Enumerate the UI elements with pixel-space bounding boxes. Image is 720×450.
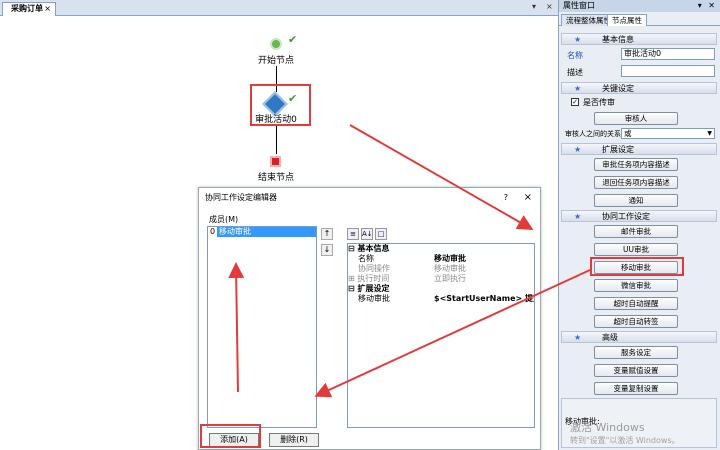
- section-label: 扩展设定: [602, 145, 634, 154]
- property-pages-icon[interactable]: □: [375, 228, 387, 240]
- member-row[interactable]: 0 移动审批: [208, 227, 316, 237]
- return-desc-button[interactable]: 退回任务项内容描述: [594, 176, 678, 189]
- dialog-close-icon[interactable]: ×: [524, 188, 532, 208]
- tab-close-icon[interactable]: ×: [44, 3, 51, 15]
- pg-key: 名称: [358, 254, 374, 263]
- dialog-titlebar[interactable]: 协同工作设定编辑器 ? ×: [199, 188, 540, 208]
- approve-node-highlight: [250, 84, 311, 126]
- alphabetical-sort-icon[interactable]: A↓: [361, 228, 373, 240]
- document-tabbar: 采购订单 × ▾ ×: [0, 0, 558, 16]
- pg-row-mobile-approve[interactable]: 移动审批 $<StartUserName> 提交的: [348, 294, 534, 304]
- pg-value: $<StartUserName> 提交的: [434, 294, 534, 303]
- notify-button[interactable]: 通知: [594, 194, 678, 207]
- dialog-title: 协同工作设定编辑器: [205, 193, 277, 202]
- section-label: 协同工作设定: [602, 212, 650, 221]
- relation-select[interactable]: 或 ▼: [621, 128, 715, 139]
- pg-category-basic[interactable]: ⊟ 基本信息: [348, 244, 534, 254]
- end-node-label: 结束节点: [257, 173, 294, 183]
- panel-title: 属性窗口: [563, 1, 595, 10]
- pg-category-ext[interactable]: ⊟ 扩展设定: [348, 284, 534, 294]
- name-input[interactable]: 审批活动0: [621, 48, 715, 60]
- start-node-label: 开始节点: [257, 56, 294, 66]
- approver-button[interactable]: 审核人: [594, 112, 678, 125]
- section-label: 关键设定: [602, 84, 634, 93]
- relation-value: 或: [624, 129, 632, 138]
- tab-purchase-order[interactable]: 采购订单 ×: [2, 2, 56, 16]
- section-ext[interactable]: ★ 扩展设定: [561, 143, 717, 155]
- member-index: 0: [210, 227, 216, 236]
- member-name: 移动审批: [217, 227, 316, 237]
- variable-assign-button[interactable]: 变量赋值设置: [594, 364, 678, 377]
- pg-key: 执行时间: [357, 274, 390, 283]
- pg-category-label: 基本信息: [357, 244, 390, 253]
- collapse-icon[interactable]: ⊟: [348, 284, 355, 293]
- move-up-button[interactable]: ↑: [321, 228, 333, 240]
- pg-category-label: 扩展设定: [357, 284, 390, 293]
- mobile-approve-highlight: [590, 257, 684, 276]
- pg-key: 协同操作: [358, 264, 390, 273]
- service-setting-button[interactable]: 服务设定: [594, 346, 678, 359]
- star-icon: ★: [574, 145, 582, 154]
- delete-button[interactable]: 删除(R): [269, 433, 319, 447]
- add-button-highlight: [200, 424, 261, 448]
- chevron-down-icon: ▼: [707, 130, 712, 137]
- star-icon: ★: [574, 333, 582, 342]
- end-node[interactable]: 结束节点: [246, 170, 306, 183]
- relation-label: 审核人之间的关系: [565, 130, 621, 138]
- desc-input[interactable]: [621, 65, 715, 77]
- star-icon: ★: [574, 212, 582, 221]
- properties-panel: 属性窗口 ▾ ✕ 流程整体属性 节点属性 ★ 基本信息 名称 审批活动0 描述 …: [558, 0, 720, 450]
- pg-value: 移动审批: [434, 264, 466, 273]
- start-check-icon: ✔: [288, 33, 298, 46]
- star-icon: ★: [574, 84, 582, 93]
- name-label: 名称: [567, 51, 583, 60]
- tab-label: 采购订单: [11, 4, 43, 13]
- move-down-button[interactable]: ↓: [321, 244, 333, 256]
- desc-label: 描述: [567, 68, 583, 77]
- is-approve-label: 是否传审: [583, 98, 615, 107]
- tab-node-properties[interactable]: 节点属性: [607, 14, 647, 26]
- section-key[interactable]: ★ 关键设定: [561, 82, 717, 94]
- tab-dropdown-icon[interactable]: ▾: [532, 2, 536, 11]
- pg-row-cowork-op[interactable]: 协同操作 移动审批: [348, 264, 534, 274]
- property-grid[interactable]: ⊟ 基本信息 名称 移动审批 协同操作 移动审批 ⊞ 执行时间 立即执行 ⊟ 扩…: [347, 243, 535, 428]
- timeout-remind-button[interactable]: 超时自动提醒: [594, 297, 678, 310]
- tab-close-all-icon[interactable]: ×: [546, 2, 553, 11]
- categorized-icon[interactable]: ≡: [347, 228, 359, 240]
- approve-desc-button[interactable]: 审批任务项内容描述: [594, 158, 678, 171]
- pg-row-name[interactable]: 名称 移动审批: [348, 254, 534, 264]
- connector-line-2: [276, 126, 277, 154]
- start-node[interactable]: 开始节点: [246, 53, 306, 66]
- section-cowork[interactable]: ★ 协同工作设定: [561, 210, 717, 222]
- expand-icon[interactable]: ⊞: [348, 274, 355, 283]
- pg-row-exec-time[interactable]: ⊞ 执行时间 立即执行: [348, 274, 534, 284]
- cowork-editor-dialog: 协同工作设定编辑器 ? × 成员(M) 0 移动审批 ↑ ↓ ≡ A↓ □ ⊟ …: [198, 187, 541, 450]
- variable-copy-button[interactable]: 变量复制设置: [594, 382, 678, 395]
- activation-watermark: 激活 Windows: [570, 421, 645, 434]
- panel-tabs: 流程整体属性 节点属性: [559, 12, 720, 26]
- timeout-transfer-button[interactable]: 超时自动转签: [594, 315, 678, 328]
- end-node-icon[interactable]: [270, 156, 281, 167]
- start-node-icon[interactable]: [270, 38, 282, 50]
- wechat-approve-button[interactable]: 微信审批: [594, 279, 678, 292]
- panel-titlebar[interactable]: 属性窗口 ▾ ✕: [559, 0, 720, 12]
- property-grid-toolbar: ≡ A↓ □: [347, 228, 387, 242]
- pg-value: 移动审批: [434, 254, 466, 263]
- activation-watermark-sub: 转到"设置"以激活 Windows。: [570, 436, 680, 445]
- members-label: 成员(M): [209, 215, 239, 224]
- email-approve-button[interactable]: 邮件审批: [594, 225, 678, 238]
- section-label: 基本信息: [602, 35, 634, 44]
- members-list[interactable]: 0 移动审批: [207, 226, 317, 428]
- section-basic[interactable]: ★ 基本信息: [561, 33, 717, 45]
- help-icon[interactable]: ?: [504, 188, 508, 208]
- star-icon: ★: [574, 35, 582, 44]
- section-advanced[interactable]: ★ 高级: [561, 331, 717, 343]
- uu-approve-button[interactable]: UU审批: [594, 243, 678, 256]
- collapse-icon[interactable]: ⊟: [348, 244, 355, 253]
- panel-controls-icon[interactable]: ▾ ✕: [698, 0, 717, 12]
- section-label: 高级: [602, 333, 618, 342]
- is-approve-checkbox[interactable]: ✓: [571, 98, 579, 106]
- pg-value: 立即执行: [434, 274, 466, 283]
- pg-key: 移动审批: [358, 294, 390, 303]
